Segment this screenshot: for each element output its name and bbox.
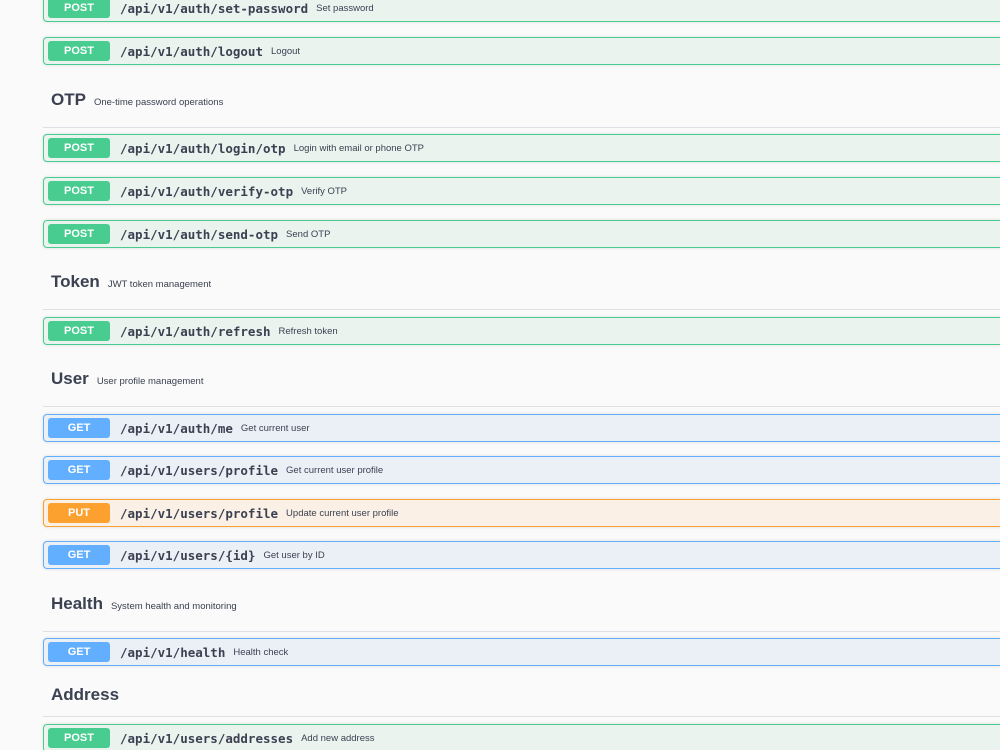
operation-get-profile[interactable]: GET /api/v1/users/profile Get current us… xyxy=(43,456,1000,484)
tag-name: Health xyxy=(51,594,103,613)
swagger-operations-page: POST /api/v1/auth/set-password Set passw… xyxy=(0,0,1000,750)
method-badge: POST xyxy=(48,0,110,18)
tag-divider xyxy=(43,309,1000,310)
tag-header-user[interactable]: User User profile management xyxy=(51,369,203,395)
operation-path: /api/v1/auth/me xyxy=(120,420,233,436)
method-badge: POST xyxy=(48,138,110,158)
tag-name: User xyxy=(51,369,89,388)
operation-verify-otp[interactable]: POST /api/v1/auth/verify-otp Verify OTP xyxy=(43,177,1000,205)
tag-description: One-time password operations xyxy=(93,97,224,108)
operation-path: /api/v1/auth/logout xyxy=(120,43,263,59)
operation-login-otp[interactable]: POST /api/v1/auth/login/otp Login with e… xyxy=(43,134,1000,162)
operation-summary: Get current user xyxy=(240,422,310,434)
tag-header-address[interactable]: Address xyxy=(51,685,127,711)
tag-header-otp[interactable]: OTP One-time password operations xyxy=(51,90,223,116)
operation-summary: Refresh token xyxy=(278,325,338,337)
operation-path: /api/v1/health xyxy=(120,644,226,660)
tag-header-token[interactable]: Token JWT token management xyxy=(51,272,211,298)
operation-get-me[interactable]: GET /api/v1/auth/me Get current user xyxy=(43,414,1000,442)
operation-health-check[interactable]: GET /api/v1/health Health check xyxy=(43,638,1000,666)
tag-divider xyxy=(43,406,1000,407)
operation-path: /api/v1/users/{id} xyxy=(120,547,256,563)
method-badge: POST xyxy=(48,181,110,201)
operation-summary: Login with email or phone OTP xyxy=(293,142,425,154)
operation-send-otp[interactable]: POST /api/v1/auth/send-otp Send OTP xyxy=(43,220,1000,248)
method-badge: GET xyxy=(48,418,110,438)
method-badge: POST xyxy=(48,224,110,244)
method-badge: GET xyxy=(48,642,110,662)
tag-description: JWT token management xyxy=(107,279,212,290)
tag-name: OTP xyxy=(51,90,86,109)
operation-summary: Update current user profile xyxy=(286,507,399,519)
tag-divider xyxy=(43,127,1000,128)
operation-summary: Logout xyxy=(271,45,301,57)
operation-path: /api/v1/auth/refresh xyxy=(120,323,271,339)
operation-add-address[interactable]: POST /api/v1/users/addresses Add new add… xyxy=(43,724,1000,750)
operation-get-user-by-id[interactable]: GET /api/v1/users/{id} Get user by ID xyxy=(43,541,1000,569)
method-badge: POST xyxy=(48,41,110,61)
operation-summary: Set password xyxy=(316,2,374,14)
operation-summary: Get current user profile xyxy=(286,464,384,476)
operation-path: /api/v1/auth/verify-otp xyxy=(120,183,294,199)
tag-header-health[interactable]: Health System health and monitoring xyxy=(51,594,237,620)
operation-path: /api/v1/auth/set-password xyxy=(120,0,309,16)
tag-description: System health and monitoring xyxy=(110,601,237,612)
method-badge: PUT xyxy=(48,503,110,523)
method-badge: POST xyxy=(48,321,110,341)
operation-summary: Send OTP xyxy=(286,228,331,240)
tag-description: User profile management xyxy=(96,376,204,387)
operation-summary: Get user by ID xyxy=(263,549,325,561)
tag-name: Token xyxy=(51,272,100,291)
method-badge: GET xyxy=(48,545,110,565)
operation-set-password[interactable]: POST /api/v1/auth/set-password Set passw… xyxy=(43,0,1000,22)
method-badge: POST xyxy=(48,728,110,748)
tag-divider xyxy=(43,716,1000,717)
tag-divider xyxy=(43,631,1000,632)
operation-summary: Add new address xyxy=(301,732,375,744)
operation-path: /api/v1/users/addresses xyxy=(120,730,294,746)
operation-path: /api/v1/auth/login/otp xyxy=(120,140,286,156)
operation-logout[interactable]: POST /api/v1/auth/logout Logout xyxy=(43,37,1000,65)
operation-summary: Health check xyxy=(233,646,289,658)
tag-name: Address xyxy=(51,685,120,704)
operation-refresh-token[interactable]: POST /api/v1/auth/refresh Refresh token xyxy=(43,317,1000,345)
method-badge: GET xyxy=(48,460,110,480)
operation-path: /api/v1/users/profile xyxy=(120,505,279,521)
operation-path: /api/v1/auth/send-otp xyxy=(120,226,279,242)
operation-path: /api/v1/users/profile xyxy=(120,462,279,478)
operation-update-profile[interactable]: PUT /api/v1/users/profile Update current… xyxy=(43,499,1000,527)
operation-summary: Verify OTP xyxy=(301,185,348,197)
